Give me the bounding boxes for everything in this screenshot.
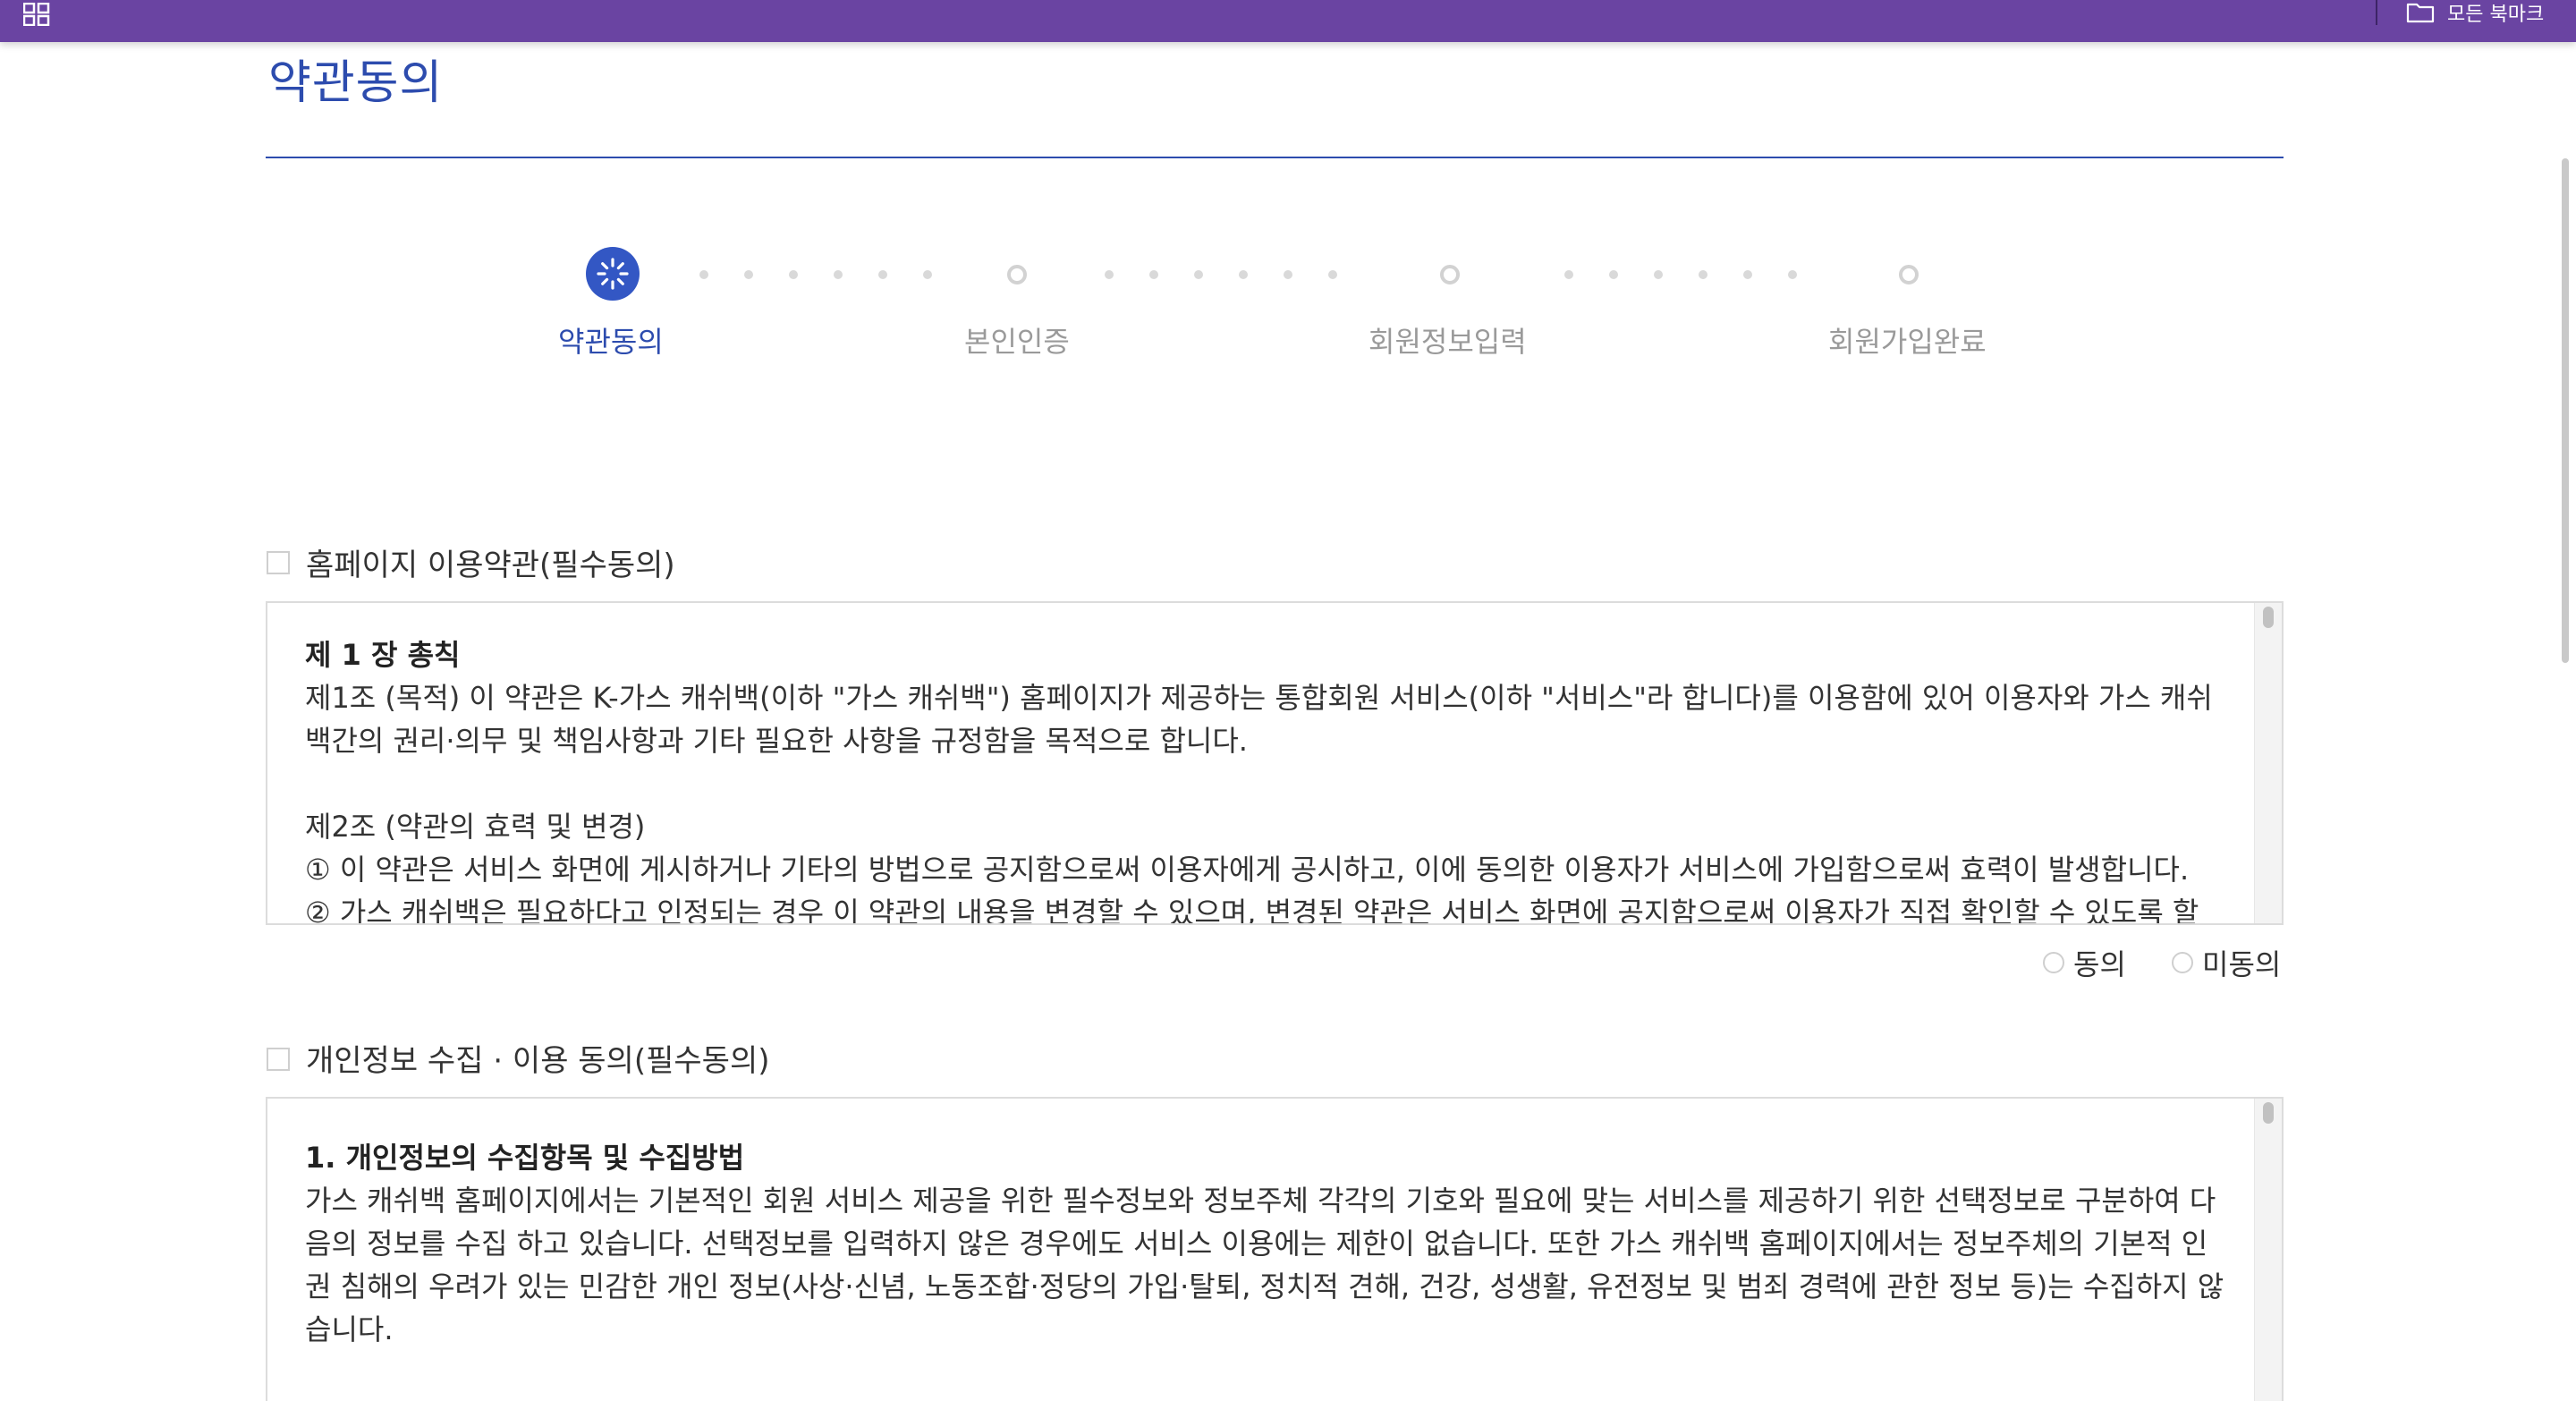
terms-section-title: 홈페이지 이용약관(필수동의): [306, 548, 675, 583]
step-connector-dot: [1194, 270, 1203, 279]
page-scrollbar-thumb[interactable]: [2562, 158, 2569, 663]
terms-article-2-title: 제2조 (약관의 효력 및 변경): [305, 810, 646, 844]
page-scrollbar[interactable]: [2555, 42, 2576, 1392]
radio-circle-icon[interactable]: [2043, 952, 2064, 973]
step-connector-dot: [878, 270, 887, 279]
step-1-marker: [586, 247, 640, 301]
step-connector-dot: [1564, 270, 1573, 279]
step-connector-dot: [789, 270, 798, 279]
step-connector-dot: [1105, 270, 1114, 279]
step-connector-dot: [834, 270, 843, 279]
privacy-content: 1. 개인정보의 수집항목 및 수집방법 가스 캐쉬백 홈페이지에서는 기본적인…: [305, 1136, 2228, 1351]
page-title: 약관동의: [268, 56, 444, 110]
step-connector-dot: [1654, 270, 1663, 279]
step-connector-dot: [1284, 270, 1292, 279]
step-3-marker: [1440, 265, 1460, 284]
folder-icon: [2406, 3, 2435, 23]
terms-agree-radio[interactable]: 동의: [2043, 942, 2126, 983]
terms-disagree-label: 미동의: [2202, 947, 2282, 981]
step-connector-dot: [1699, 270, 1707, 279]
step-connector-dot: [1609, 270, 1618, 279]
terms-chapter-heading: 제 1 장 총칙: [305, 638, 461, 672]
step-connector-dot: [1788, 270, 1797, 279]
privacy-body: 가스 캐쉬백 홈페이지에서는 기본적인 회원 서비스 제공을 위한 필수정보와 …: [305, 1184, 2224, 1346]
terms-scrollbar-thumb[interactable]: [2263, 607, 2274, 628]
step-connector-dot: [699, 270, 708, 279]
step-2-marker: [1007, 265, 1027, 284]
all-bookmarks-label: 모든 북마크: [2447, 4, 2545, 26]
terms-textbox[interactable]: 제 1 장 총칙 제1조 (목적) 이 약관은 K-가스 캐쉬백(이하 "가스 …: [266, 601, 2284, 925]
radio-circle-icon[interactable]: [2172, 952, 2193, 973]
step-connector-dot: [923, 270, 932, 279]
step-connector-dot: [1239, 270, 1248, 279]
apps-grid-icon[interactable]: [23, 3, 50, 26]
privacy-textbox[interactable]: 1. 개인정보의 수집항목 및 수집방법 가스 캐쉬백 홈페이지에서는 기본적인…: [266, 1097, 2284, 1401]
step-1-label: 약관동의: [558, 325, 664, 359]
privacy-scrollbar[interactable]: [2254, 1099, 2282, 1401]
step-4-marker: [1899, 265, 1919, 284]
step-connector-dot: [1149, 270, 1158, 279]
terms-article-1: 제1조 (목적) 이 약관은 K-가스 캐쉬백(이하 "가스 캐쉬백") 홈페이…: [305, 681, 2213, 758]
privacy-scrollbar-thumb[interactable]: [2263, 1102, 2274, 1124]
privacy-section-checkbox[interactable]: [267, 1048, 290, 1071]
terms-disagree-radio[interactable]: 미동의: [2172, 942, 2281, 983]
terms-article-2-clause-2: ② 가스 캐쉬백은 필요하다고 인정되는 경우 이 약관의 내용을 변경할 수 …: [305, 896, 2199, 925]
step-4-label: 회원가입완료: [1828, 325, 1987, 359]
step-connector-dot: [1328, 270, 1337, 279]
terms-agree-label: 동의: [2073, 947, 2126, 981]
bookmark-bar: 모든 북마크: [0, 0, 2576, 42]
step-connector-dot: [1743, 270, 1752, 279]
terms-section-checkbox[interactable]: [267, 551, 290, 574]
step-3-label: 회원정보입력: [1368, 325, 1527, 359]
title-divider: [266, 157, 2284, 158]
step-2-label: 본인인증: [964, 325, 1070, 359]
loading-spinner-icon: [597, 258, 629, 290]
privacy-section-title: 개인정보 수집 · 이용 동의(필수동의): [306, 1043, 770, 1079]
terms-article-2-clause-1: ① 이 약관은 서비스 화면에 게시하거나 기타의 방법으로 공지함으로써 이용…: [305, 853, 2190, 887]
privacy-heading: 1. 개인정보의 수집항목 및 수집방법: [305, 1141, 745, 1175]
all-bookmarks-button[interactable]: 모든 북마크: [2406, 0, 2545, 26]
terms-content: 제 1 장 총칙 제1조 (목적) 이 약관은 K-가스 캐쉬백(이하 "가스 …: [305, 633, 2228, 925]
terms-scrollbar[interactable]: [2254, 603, 2282, 923]
step-connector-dot: [744, 270, 753, 279]
bookmark-bar-divider: [2376, 0, 2377, 25]
